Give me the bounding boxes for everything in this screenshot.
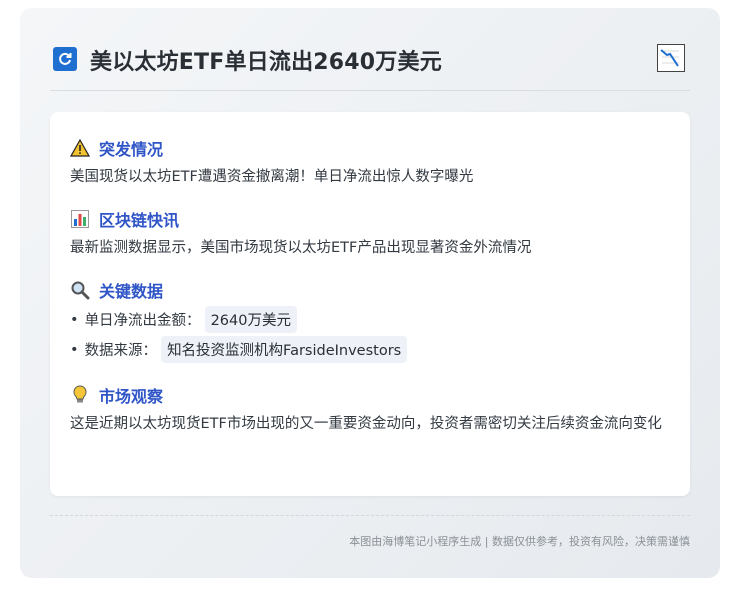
bar-chart-icon xyxy=(70,209,90,229)
content-card: 突发情况 美国现货以太坊ETF遭遇资金撤离潮！单日净流出惊人数字曝光 区块链快讯… xyxy=(50,112,690,496)
footer-note: 本图由海博笔记小程序生成 | 数据仅供参考，投资有风险，决策需谨慎 xyxy=(349,535,690,548)
section-heading-blockchain-news: 区块链快讯 xyxy=(70,207,179,231)
section-heading-label: 区块链快讯 xyxy=(99,211,180,230)
bullet-label: 单日净流出金额： xyxy=(84,313,201,329)
refresh-icon xyxy=(53,47,77,71)
section-heading-label: 市场观察 xyxy=(99,387,164,406)
section-heading-emergency: 突发情况 xyxy=(70,136,163,160)
header: 美以太坊ETF单日流出2640万美元 xyxy=(50,8,690,91)
chart-down-icon xyxy=(657,44,685,72)
section-heading-label: 突发情况 xyxy=(99,140,164,159)
section-heading-label: 关键数据 xyxy=(99,282,164,301)
list-item: • 单日净流出金额： 2640万美元 xyxy=(70,306,297,333)
report-card: 美以太坊ETF单日流出2640万美元 突发情况 美国现货以太坊ETF遭遇资金撤离… xyxy=(20,8,720,578)
section-text: 最新监测数据显示，美国市场现货以太坊ETF产品出现显著资金外流情况 xyxy=(70,240,532,256)
bullet-label: 数据来源： xyxy=(84,343,158,359)
section-heading-market-observation: 市场观察 xyxy=(70,383,163,407)
page-title: 美以太坊ETF单日流出2640万美元 xyxy=(90,50,442,75)
section-text: 美国现货以太坊ETF遭遇资金撤离潮！单日净流出惊人数字曝光 xyxy=(70,169,474,185)
value-chip: 2640万美元 xyxy=(204,306,297,333)
warning-icon xyxy=(70,138,90,158)
magnifier-icon xyxy=(70,280,90,300)
section-text: 这是近期以太坊现货ETF市场出现的又一重要资金动向，投资者需密切关注后续资金流向… xyxy=(70,416,662,432)
footer-divider xyxy=(50,515,690,516)
lightbulb-icon xyxy=(70,385,90,405)
value-chip: 知名投资监测机构FarsideInvestors xyxy=(161,336,408,363)
section-heading-key-data: 关键数据 xyxy=(70,278,163,302)
list-item: • 数据来源： 知名投资监测机构FarsideInvestors xyxy=(70,336,408,363)
